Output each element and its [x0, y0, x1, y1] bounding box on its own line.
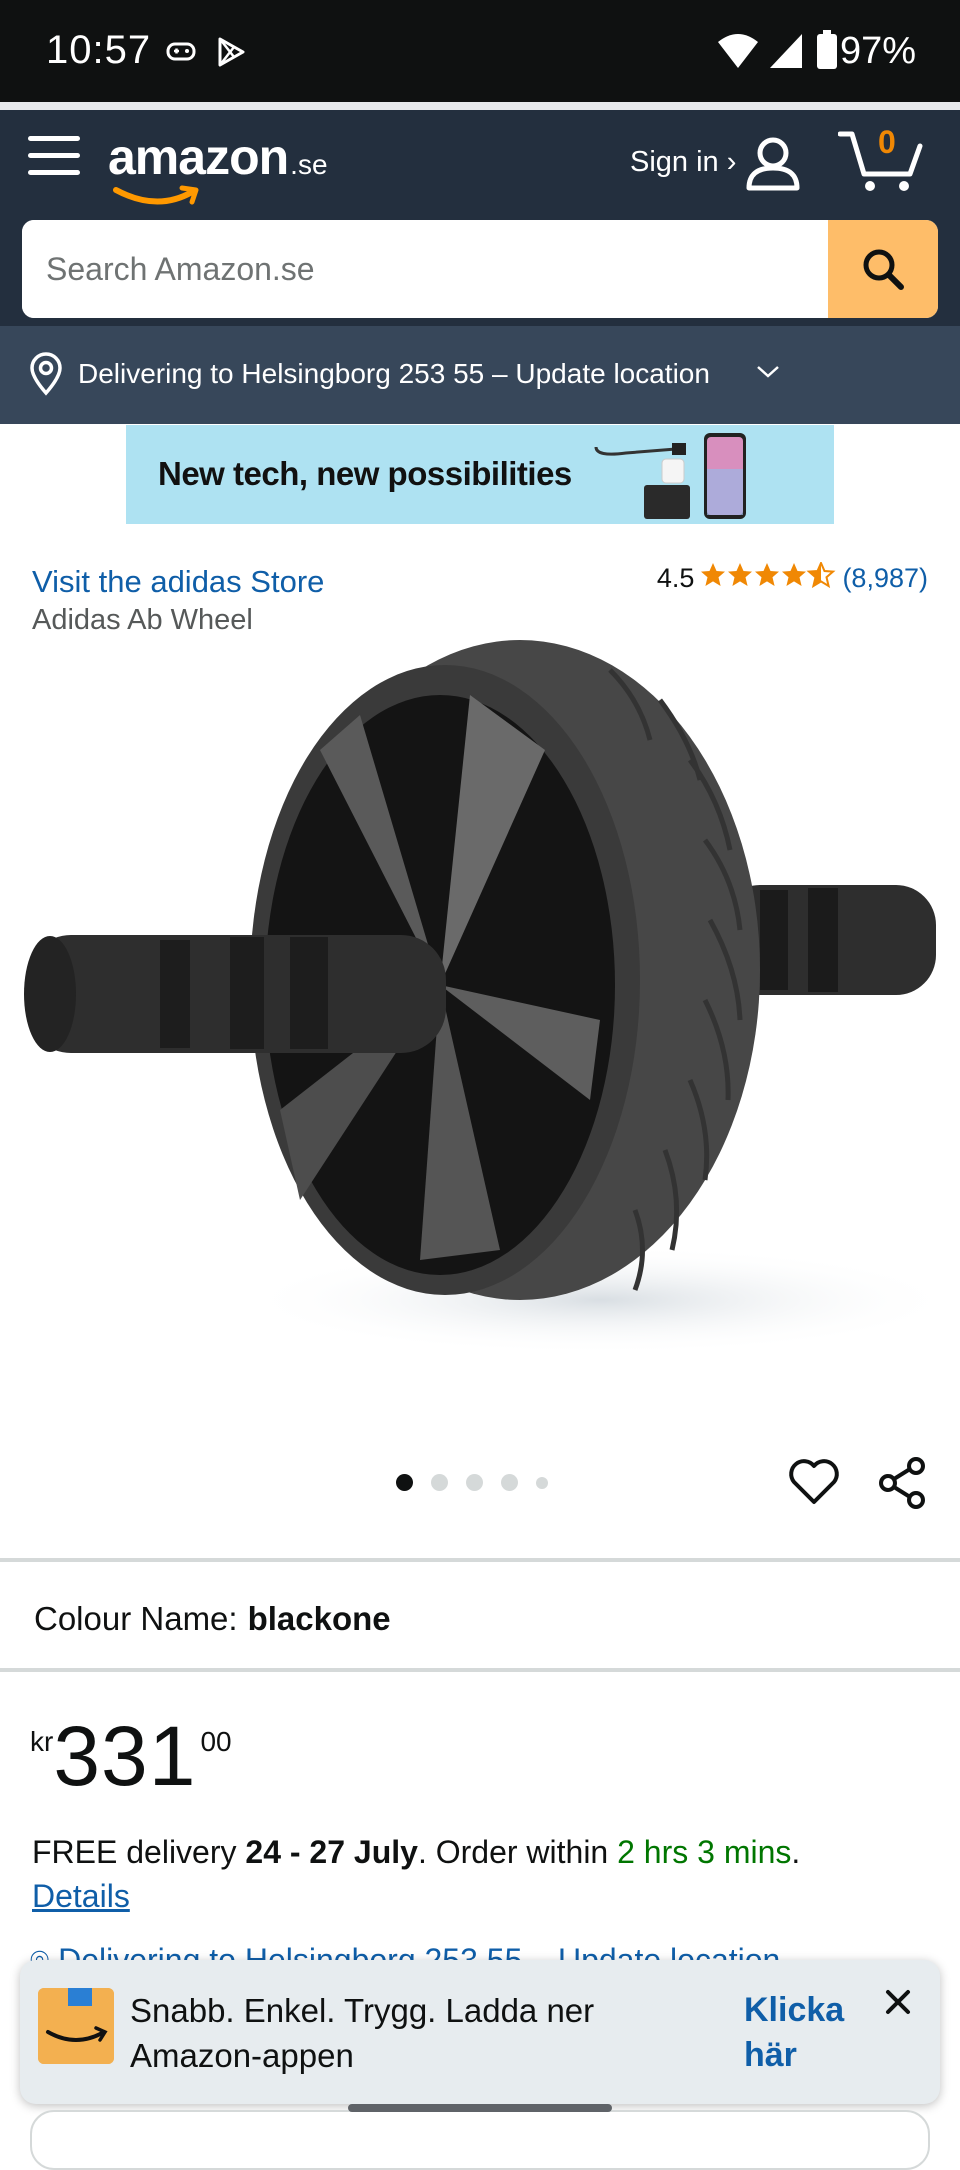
- battery-icon: [816, 30, 838, 75]
- carousel-dot[interactable]: [466, 1474, 483, 1491]
- product-image[interactable]: [0, 640, 960, 1420]
- bottom-card: [30, 2110, 930, 2170]
- battery-percentage: 97%: [839, 30, 916, 72]
- location-pin-icon: [28, 352, 64, 401]
- carousel-dot[interactable]: [431, 1474, 448, 1491]
- status-bar: 10:57 97%: [0, 0, 960, 102]
- play-store-icon: [216, 36, 246, 73]
- wifi-icon: [716, 32, 760, 75]
- carousel-dot[interactable]: [536, 1476, 548, 1489]
- cart-button[interactable]: 0: [837, 124, 926, 196]
- amazon-logo[interactable]: amazon.se: [108, 128, 328, 205]
- delivery-prefix: FREE delivery: [32, 1834, 246, 1870]
- product-title: Adidas Ab Wheel: [32, 604, 253, 636]
- price-whole: 331: [53, 1709, 197, 1803]
- delivery-info: FREE delivery 24 - 27 July. Order within…: [32, 1834, 800, 1871]
- divider: [0, 1558, 960, 1562]
- rating-count: (8,987): [842, 563, 928, 593]
- delivery-suffix: .: [791, 1834, 801, 1870]
- divider: [0, 1668, 960, 1672]
- store-link[interactable]: Visit the adidas Store: [32, 564, 324, 600]
- colour-label: Colour Name:: [34, 1600, 238, 1637]
- cart-count: 0: [878, 124, 896, 160]
- rating-stars: [700, 562, 836, 595]
- app-banner-text: Snabb. Enkel. Trygg. Ladda ner Amazon-ap…: [130, 1992, 595, 2074]
- price: kr 331 00: [30, 1714, 232, 1798]
- search-icon: [863, 249, 904, 290]
- rating-value: 4.5: [656, 563, 695, 593]
- colour-selector[interactable]: Colour Name: blackone: [34, 1600, 391, 1638]
- delivery-dates: 24 - 27 July: [245, 1834, 418, 1870]
- carousel-dot[interactable]: [396, 1474, 413, 1491]
- amazon-app-icon: [38, 1988, 114, 2064]
- search-button[interactable]: [828, 220, 938, 318]
- colour-value: blackone: [247, 1600, 391, 1637]
- tech-devices-image: [594, 433, 746, 519]
- image-carousel-dots: [396, 1474, 566, 1491]
- sign-in-link[interactable]: Sign in ›: [630, 146, 736, 179]
- share-icon[interactable]: [876, 1456, 930, 1515]
- close-icon[interactable]: [878, 1982, 918, 2027]
- app-banner-cta[interactable]: Klicka här: [744, 1988, 854, 2078]
- promo-banner[interactable]: New tech, new possibilities: [126, 425, 834, 524]
- search-input[interactable]: [22, 220, 828, 318]
- chevron-down-icon: [756, 364, 780, 385]
- header: amazon.se Sign in › 0: [0, 110, 960, 326]
- price-fraction: 00: [200, 1726, 232, 1757]
- user-icon[interactable]: [744, 134, 802, 197]
- price-symbol: kr: [30, 1726, 54, 1757]
- heart-icon[interactable]: [788, 1458, 840, 1511]
- banner-text: New tech, new possibilities: [158, 455, 572, 492]
- product-rating[interactable]: 4.5 (8,987): [657, 562, 928, 595]
- location-bar[interactable]: Delivering to Helsingborg 253 55 – Updat…: [0, 326, 960, 424]
- status-separator: [0, 102, 960, 110]
- app-download-banner: Snabb. Enkel. Trygg. Ladda ner Amazon-ap…: [20, 1960, 940, 2104]
- delivery-middle: . Order within: [417, 1834, 618, 1870]
- details-link[interactable]: Details: [32, 1878, 130, 1915]
- logo-tld: .se: [290, 149, 328, 180]
- amazon-smile-icon: [113, 185, 199, 205]
- gamepad-icon: [166, 36, 196, 71]
- logo-text: amazon: [108, 129, 289, 185]
- delivery-countdown: 2 hrs 3 mins: [617, 1834, 792, 1870]
- signal-icon: [768, 32, 804, 75]
- carousel-dot[interactable]: [501, 1474, 518, 1491]
- home-indicator[interactable]: [348, 2104, 612, 2112]
- location-text: Delivering to Helsingborg 253 55 – Updat…: [78, 358, 710, 389]
- hamburger-menu-icon[interactable]: [28, 136, 80, 188]
- search-bar: [22, 220, 938, 318]
- status-time: 10:57: [46, 28, 152, 72]
